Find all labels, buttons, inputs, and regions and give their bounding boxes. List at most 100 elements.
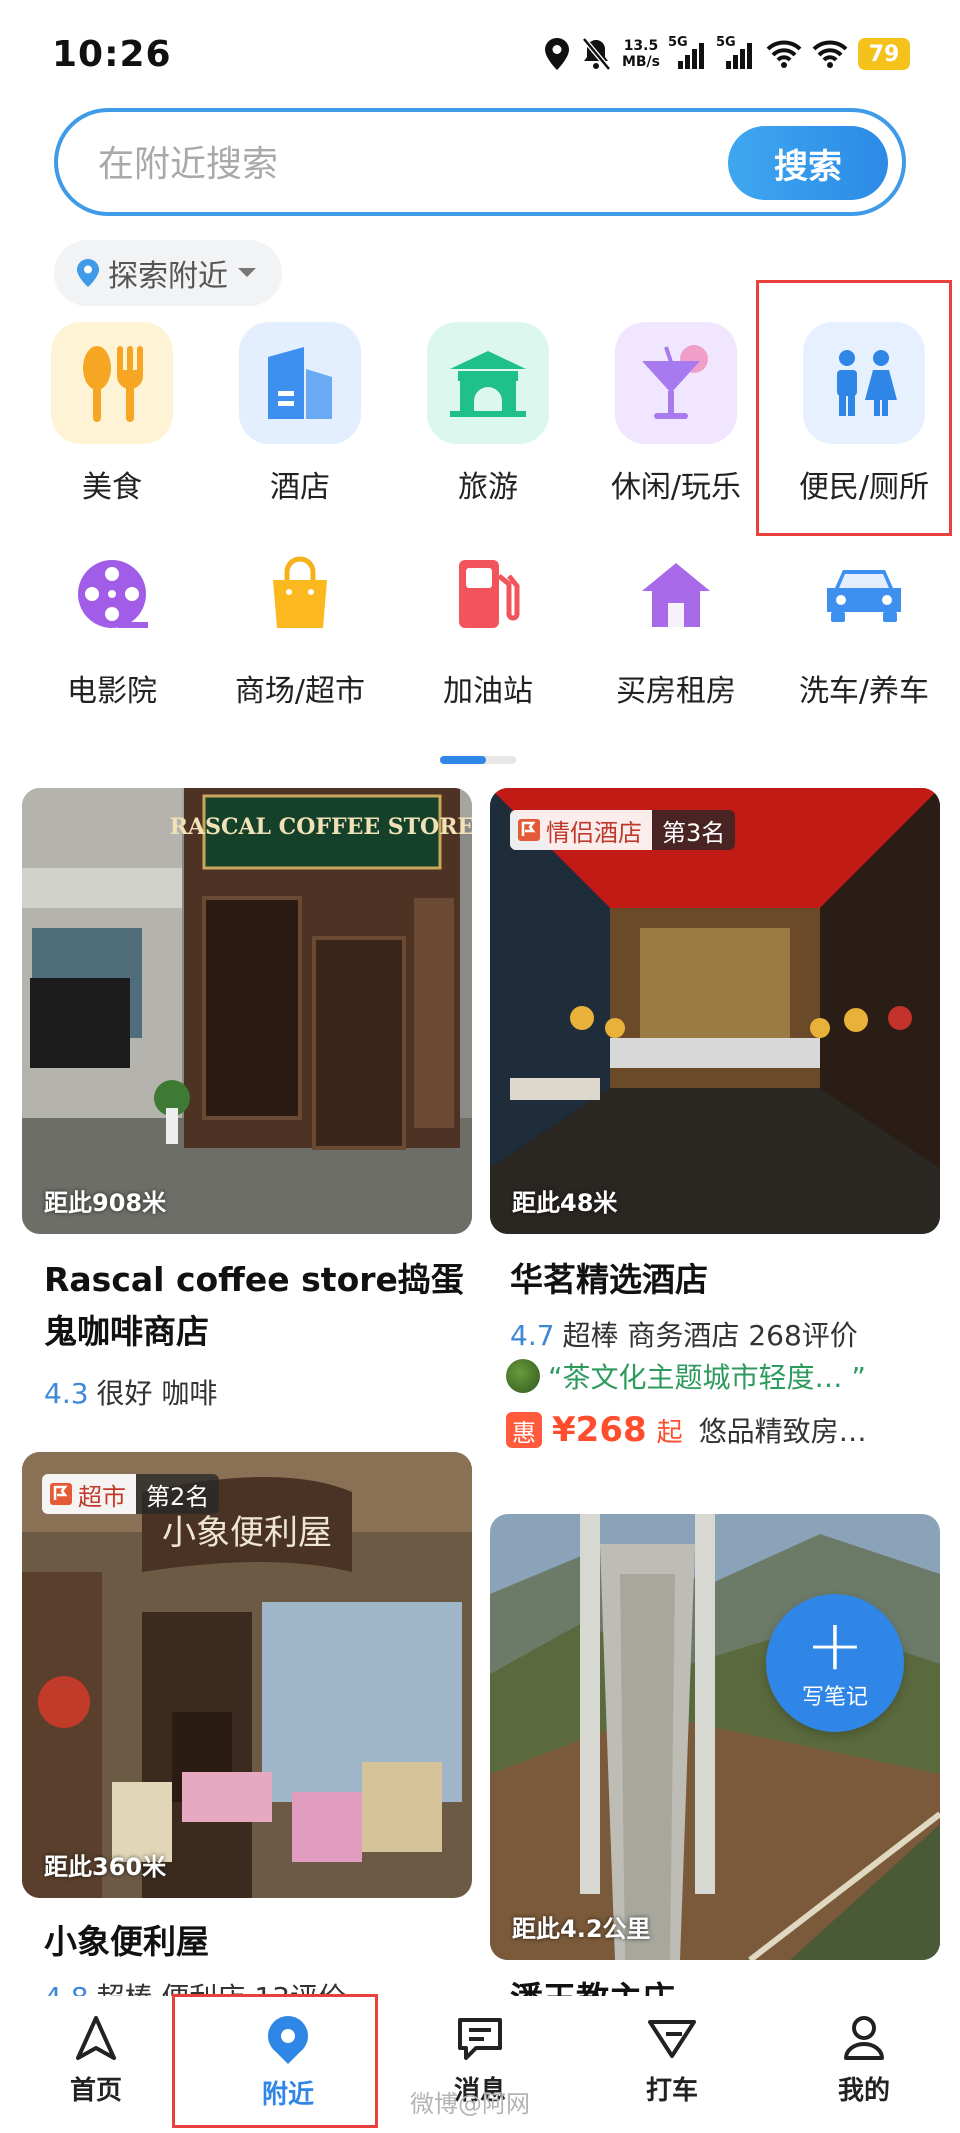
film-reel-icon [51, 552, 173, 636]
store-sign-text: 小象便利屋 [162, 1513, 332, 1553]
rating-score: 4.8 [44, 1981, 89, 1996]
nav-label: 打车 [645, 2076, 698, 2106]
status-bar: 10:26 13.5 MB/s 5G 5G 79 [0, 0, 960, 100]
signal-strength-icon: 5G [716, 35, 756, 69]
gas-station-icon [427, 552, 549, 636]
search-button[interactable]: 搜索 [728, 126, 888, 200]
taxi-icon [648, 2020, 696, 2058]
battery-icon: 79 [858, 38, 910, 70]
rank-category: 超市 [78, 1482, 126, 1511]
card-title[interactable]: 小象便利屋 [44, 1916, 474, 1968]
explore-nearby-label: 探索附近 [108, 259, 228, 294]
hotel-icon [239, 322, 361, 444]
status-icons: 13.5 MB/s 5G 5G 79 [544, 32, 910, 76]
house-icon [615, 552, 737, 636]
category-leisure[interactable]: 休闲/玩乐 [582, 322, 770, 522]
distance-label: 距此48米 [512, 1189, 618, 1217]
explore-nearby-chip[interactable]: 探索附近 [54, 240, 282, 306]
review-snippet: “茶文化主题城市轻度… ” [548, 1361, 866, 1394]
card-price: 惠 ¥268 起 悠品精致房… [506, 1410, 867, 1450]
wifi-icon [812, 40, 848, 68]
rank-badge: 情侣酒店 第3名 [510, 810, 736, 850]
nav-label: 我的 [837, 2076, 890, 2106]
food-icon [51, 322, 173, 444]
nav-label: 首页 [69, 2076, 122, 2106]
chevron-down-icon [238, 268, 256, 277]
location-icon [544, 38, 569, 70]
card-title[interactable]: 华茗精选酒店 [510, 1254, 940, 1306]
card-rating: 4.7 超棒 商务酒店 268评价 [510, 1314, 858, 1354]
flag-icon [518, 819, 540, 841]
category-cinema[interactable]: 电影院 [18, 532, 206, 722]
rank-position: 第2名 [136, 1474, 220, 1514]
category-gas-station[interactable]: 加油站 [394, 532, 582, 722]
category-car-wash[interactable]: 洗车/养车 [770, 532, 958, 722]
mute-bell-icon [582, 37, 611, 71]
category-label: 酒店 [270, 470, 330, 505]
wifi-icon [766, 40, 802, 68]
write-note-label: 写笔记 [801, 1685, 868, 1710]
category-food[interactable]: 美食 [18, 322, 206, 522]
card-title[interactable]: 潘王教主庄 [510, 1978, 940, 1996]
avatar [506, 1359, 540, 1393]
distance-label: 距此4.2公里 [512, 1915, 651, 1943]
card-image-hotel[interactable]: 情侣酒店 第3名 距此48米 [490, 788, 940, 1234]
status-time: 10:26 [52, 34, 172, 75]
discount-badge: 惠 [506, 1412, 542, 1448]
rank-badge: 超市 第2名 [42, 1474, 220, 1514]
category-label: 洗车/养车 [798, 674, 930, 709]
category-real-estate[interactable]: 买房租房 [582, 532, 770, 722]
category-travel[interactable]: 旅游 [394, 322, 582, 522]
category-page-indicator [440, 756, 516, 764]
category-label: 买房租房 [616, 674, 736, 709]
network-speed: 13.5 MB/s [621, 38, 660, 70]
distance-label: 距此908米 [44, 1189, 167, 1217]
travel-icon [427, 322, 549, 444]
signal-strength-icon: 5G [668, 35, 708, 69]
rating-meta: 很好 咖啡 [96, 1377, 218, 1410]
flag-icon [50, 1483, 72, 1505]
card-image-bridge[interactable]: 距此4.2公里 [490, 1514, 940, 1960]
room-desc: 悠品精致房… [698, 1415, 867, 1448]
card-review: “茶文化主题城市轻度… ” [506, 1356, 866, 1396]
highlight-annotation [756, 280, 952, 536]
category-label: 美食 [82, 470, 142, 505]
card-rating: 4.8超棒 便利店 13评价 [44, 1976, 346, 1996]
price-value: ¥268 [552, 1410, 647, 1450]
distance-label: 距此360米 [44, 1853, 167, 1881]
nav-taxi[interactable]: 打车 [576, 1996, 768, 2133]
category-mall-supermarket[interactable]: 商场/超市 [206, 532, 394, 722]
search-input[interactable] [98, 136, 678, 192]
category-hotel[interactable]: 酒店 [206, 322, 394, 522]
navigate-arrow-icon [76, 2016, 116, 2060]
card-rating: 4.3 很好 咖啡 [44, 1372, 217, 1412]
category-label: 商场/超市 [234, 674, 366, 709]
category-label: 休闲/玩乐 [610, 470, 742, 505]
location-pin-icon [77, 259, 99, 287]
category-label: 加油站 [443, 674, 533, 709]
card-title[interactable]: Rascal coffee store捣蛋鬼咖啡商店 [44, 1254, 474, 1358]
store-sign-text: RASCAL COFFEE STORE [170, 814, 472, 840]
rating-score: 4.3 [44, 1377, 89, 1410]
price-suffix: 起 [656, 1417, 683, 1448]
watermark: 微博@阿网 [410, 2090, 530, 2118]
rating-score: 4.7 [510, 1319, 555, 1352]
write-note-button[interactable]: + 写笔记 [766, 1594, 904, 1732]
category-label: 电影院 [67, 674, 157, 709]
cocktail-icon [615, 322, 737, 444]
search-bar[interactable]: 搜索 [54, 108, 906, 216]
car-icon [803, 552, 925, 636]
shopping-bag-icon [239, 552, 361, 636]
nav-profile[interactable]: 我的 [768, 1996, 960, 2133]
highlight-annotation [172, 1994, 378, 2128]
person-icon [844, 2016, 884, 2060]
message-icon [458, 2018, 502, 2060]
rank-position: 第3名 [652, 810, 736, 850]
rating-meta: 超棒 商务酒店 268评价 [562, 1319, 858, 1352]
nav-home[interactable]: 首页 [0, 1996, 192, 2133]
plus-icon: + [805, 1604, 865, 1686]
rank-category: 情侣酒店 [546, 818, 642, 847]
category-label: 旅游 [458, 470, 518, 505]
card-image-coffee[interactable]: RASCAL COFFEE STORE 距此908米 [22, 788, 472, 1234]
card-image-convenience-store[interactable]: 小象便利屋 超市 第2名 距此360米 [22, 1452, 472, 1898]
